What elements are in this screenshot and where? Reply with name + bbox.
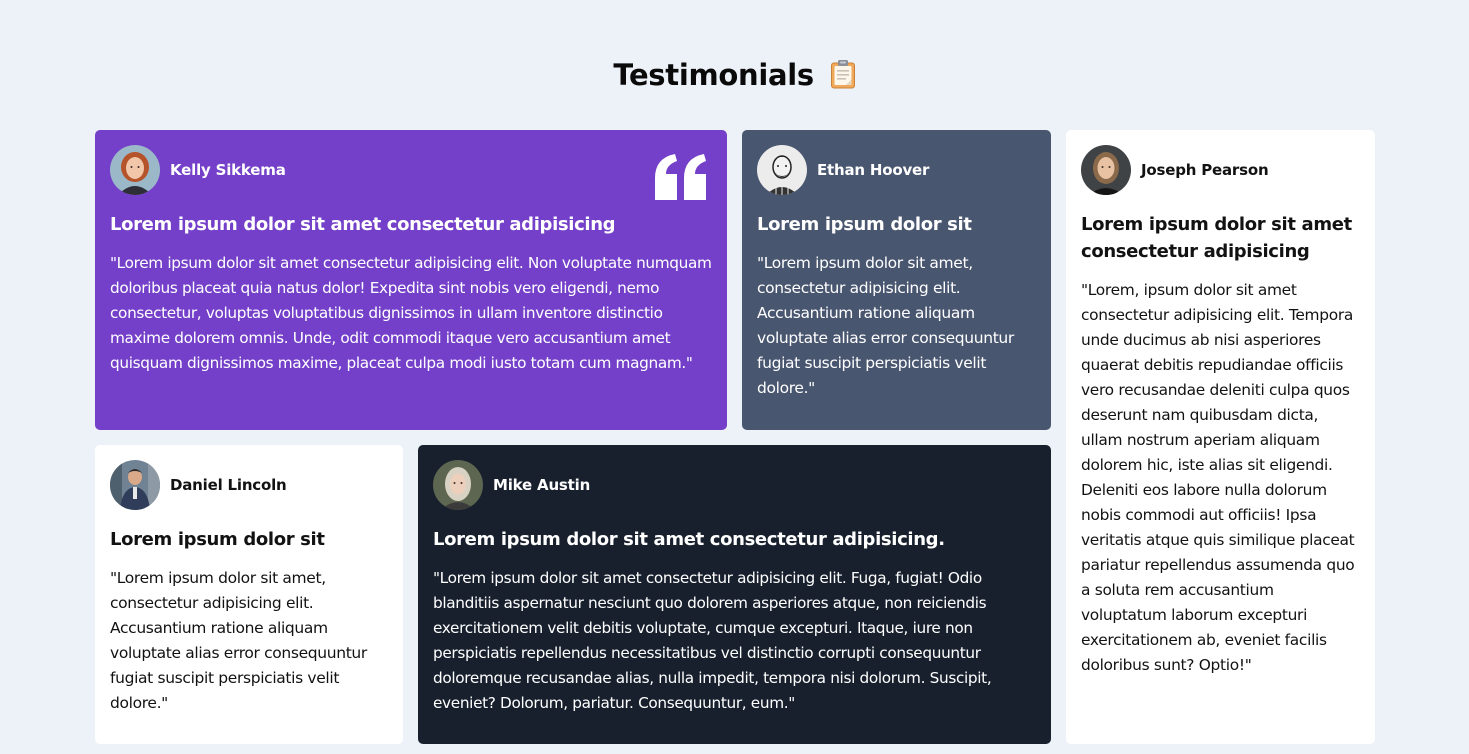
- testimonial-header: Daniel Lincoln: [110, 460, 388, 510]
- testimonial-card-daniel: Daniel Lincoln Lorem ipsum dolor sit "Lo…: [95, 445, 403, 744]
- avatar: [1081, 145, 1131, 195]
- testimonial-header: Kelly Sikkema: [110, 145, 712, 195]
- testimonial-name: Ethan Hoover: [817, 161, 930, 179]
- testimonial-body: "Lorem ipsum dolor sit amet, consectetur…: [757, 254, 1014, 397]
- testimonial-heading: Lorem ipsum dolor sit: [757, 214, 972, 235]
- testimonial-name: Joseph Pearson: [1141, 161, 1269, 179]
- avatar: [433, 460, 483, 510]
- testimonial-body: "Lorem ipsum dolor sit amet, consectetur…: [110, 569, 367, 712]
- testimonial-card-kelly: Kelly Sikkema Lorem ipsum dolor sit amet…: [95, 130, 727, 430]
- clipboard-icon: [830, 59, 856, 96]
- page-title: Testimonials: [0, 58, 1469, 96]
- avatar: [110, 460, 160, 510]
- testimonial-card-mike: Mike Austin Lorem ipsum dolor sit amet c…: [418, 445, 1051, 744]
- testimonial-header: Mike Austin: [433, 460, 1036, 510]
- testimonial-heading: Lorem ipsum dolor sit amet consectetur a…: [1081, 214, 1352, 262]
- testimonial-heading: Lorem ipsum dolor sit: [110, 529, 325, 550]
- quote-icon: [655, 154, 707, 200]
- testimonial-header: Joseph Pearson: [1081, 145, 1360, 195]
- testimonial-name: Kelly Sikkema: [170, 161, 286, 179]
- testimonial-body: "Lorem ipsum dolor sit amet consectetur …: [110, 254, 712, 372]
- testimonials-page: Testimonials Kelly Sikkema Lorem ipsum d…: [0, 0, 1469, 754]
- page-title-text: Testimonials: [613, 58, 814, 92]
- testimonial-body: "Lorem, ipsum dolor sit amet consectetur…: [1081, 281, 1355, 674]
- testimonial-card-joseph: Joseph Pearson Lorem ipsum dolor sit ame…: [1066, 130, 1375, 744]
- avatar: [757, 145, 807, 195]
- testimonial-header: Ethan Hoover: [757, 145, 1036, 195]
- testimonial-name: Daniel Lincoln: [170, 476, 287, 494]
- testimonial-card-ethan: Ethan Hoover Lorem ipsum dolor sit "Lore…: [742, 130, 1051, 430]
- testimonial-heading: Lorem ipsum dolor sit amet consectetur a…: [433, 529, 945, 550]
- avatar: [110, 145, 160, 195]
- testimonial-name: Mike Austin: [493, 476, 591, 494]
- testimonial-heading: Lorem ipsum dolor sit amet consectetur a…: [110, 214, 616, 235]
- testimonial-body: "Lorem ipsum dolor sit amet consectetur …: [433, 569, 992, 712]
